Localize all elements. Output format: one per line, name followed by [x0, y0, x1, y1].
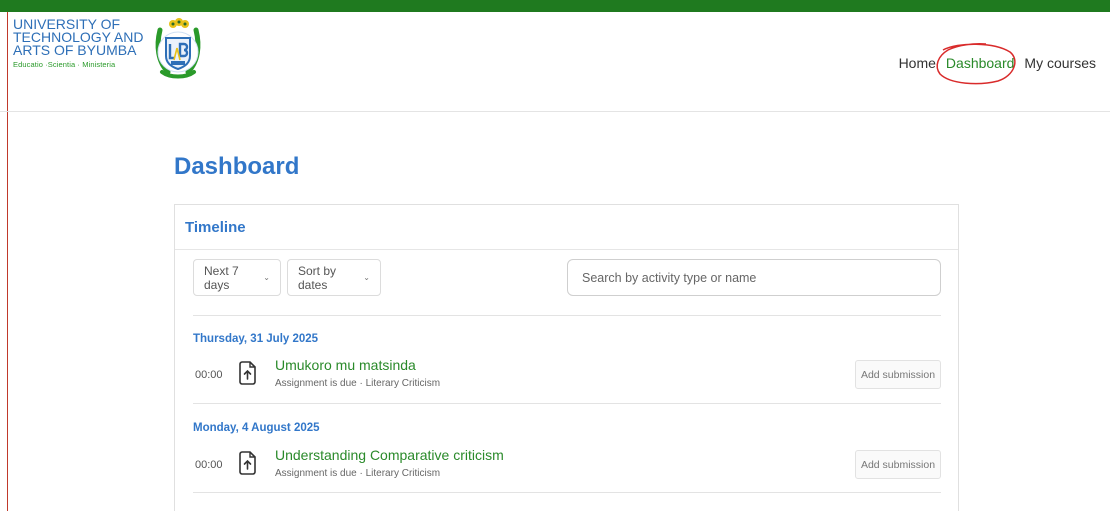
timeline-controls: Next 7 days ⌄ Sort by dates ⌄: [193, 259, 941, 297]
brand-motto: Educatio ·Scientia · Ministeria: [13, 60, 116, 69]
university-crest-icon: [150, 16, 206, 87]
brand-text: UNIVERSITY OF TECHNOLOGY AND ARTS OF BYU…: [13, 17, 148, 69]
top-accent-bar: [0, 0, 1110, 12]
sort-label: Sort by dates: [298, 263, 337, 292]
chevron-down-icon: ⌄: [263, 273, 270, 282]
event-time: 00:00: [195, 369, 223, 381]
assignment-upload-icon: [239, 361, 257, 390]
group-divider: [193, 403, 941, 404]
timeline-title: Timeline: [185, 219, 246, 236]
primary-nav: Home Dashboard My courses: [899, 43, 1096, 85]
add-submission-button[interactable]: Add submission: [855, 360, 941, 389]
nav-my-courses-link[interactable]: My courses: [1024, 55, 1096, 71]
chevron-down-icon: ⌄: [363, 273, 370, 282]
day-filter-label: Next 7 days: [204, 263, 239, 292]
event-meta: Assignment is due · Literary Criticism: [275, 378, 441, 389]
search-input[interactable]: [567, 259, 941, 296]
sort-dropdown[interactable]: Sort by dates ⌄: [287, 259, 381, 296]
nav-dashboard-link[interactable]: Dashboard: [936, 43, 1017, 85]
group-divider: [193, 315, 941, 316]
brand-name-line-3: ARTS OF BYUMBA: [13, 42, 137, 58]
site-header: UNIVERSITY OF TECHNOLOGY AND ARTS OF BYU…: [0, 12, 1110, 112]
page-title: Dashboard: [174, 153, 300, 180]
brand-home-link[interactable]: UNIVERSITY OF TECHNOLOGY AND ARTS OF BYU…: [13, 16, 206, 87]
timeline-block: Timeline Next 7 days ⌄ Sort by dates ⌄ T…: [174, 204, 959, 511]
assignment-upload-icon: [239, 451, 257, 480]
group-divider: [193, 492, 941, 493]
event-meta: Assignment is due · Literary Criticism: [275, 468, 441, 479]
event-activity-link[interactable]: Understanding Comparative criticism: [275, 447, 504, 463]
nav-dashboard-label: Dashboard: [945, 55, 1015, 71]
timeline-group-date: Thursday, 31 July 2025: [193, 333, 319, 345]
event-activity-link[interactable]: Umukoro mu matsinda: [275, 357, 416, 373]
add-submission-button[interactable]: Add submission: [855, 450, 941, 479]
day-filter-dropdown[interactable]: Next 7 days ⌄: [193, 259, 281, 296]
nav-home-link[interactable]: Home: [899, 55, 936, 71]
timeline-group-date: Monday, 4 August 2025: [193, 422, 320, 434]
timeline-event: 00:00 Umukoro mu matsinda Assignment is …: [193, 354, 941, 394]
timeline-event: 00:00 Understanding Comparative criticis…: [193, 444, 941, 484]
event-time: 00:00: [195, 459, 223, 471]
timeline-header: Timeline: [175, 205, 958, 250]
